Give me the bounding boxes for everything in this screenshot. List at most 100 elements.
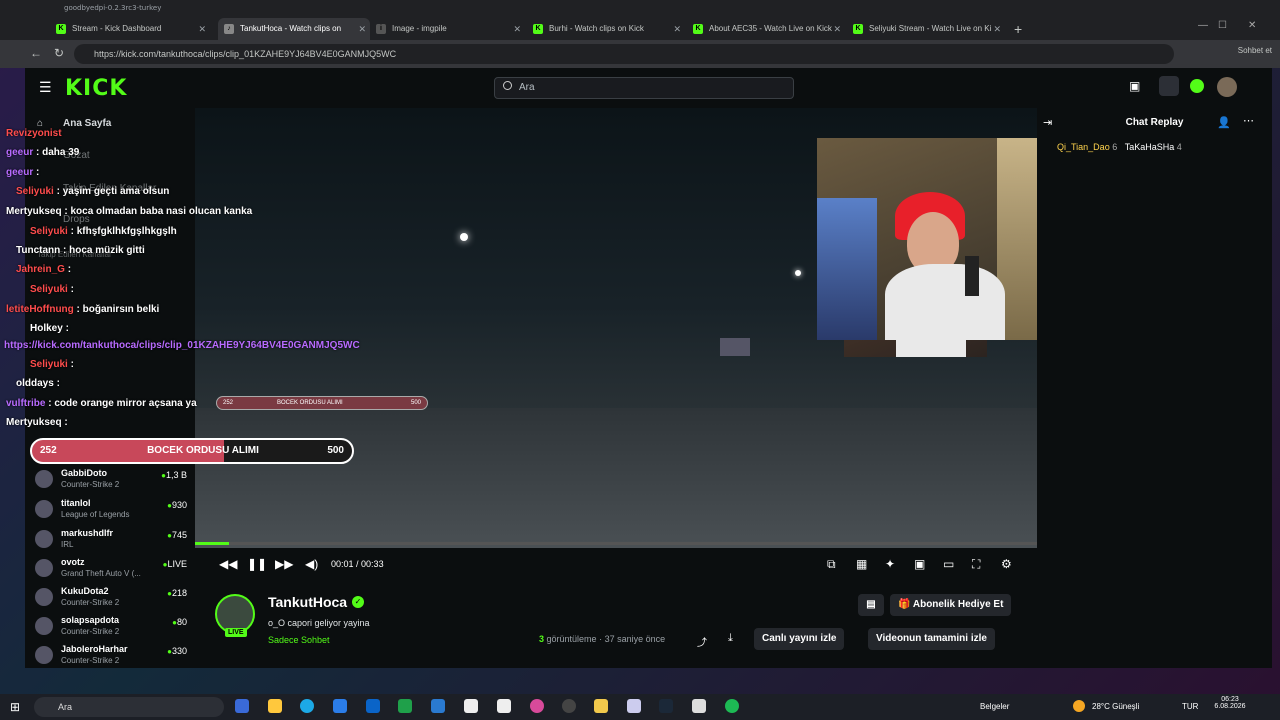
chat-button[interactable]: Sohbet et (1238, 46, 1272, 55)
download-icon[interactable]: ⤓ (728, 632, 733, 645)
layout-icon[interactable] (1159, 76, 1179, 96)
kick-logo[interactable]: KICK (65, 76, 127, 101)
tab-seliyuki[interactable]: K Seliyuki Stream - Watch Live on Ki ✕ (847, 18, 1005, 40)
app-icon[interactable] (366, 699, 380, 713)
menu-icon[interactable]: ☰ (39, 79, 52, 96)
stream-category[interactable]: Sadece Sohbet (268, 635, 330, 645)
share-icon[interactable]: ⤴ (697, 634, 707, 649)
windows-icon[interactable]: ⊞ (10, 700, 20, 714)
more-icon[interactable]: ⋯ (1243, 114, 1254, 127)
chat-message: Seliyuki : (30, 284, 74, 295)
top-nav: ☰ KICK Ara ▣ (25, 68, 1272, 108)
pip-icon[interactable]: ▣ (914, 557, 925, 571)
video-progress-bar[interactable] (195, 542, 1037, 545)
folder-icon[interactable] (594, 699, 608, 713)
edge-icon[interactable] (300, 699, 314, 713)
chrome-icon[interactable] (562, 699, 576, 713)
app-icon[interactable] (497, 699, 511, 713)
sidebar-channel[interactable]: JaboleroHarhar Counter-Strike 2 330 (33, 642, 193, 668)
gamepad-icon[interactable]: ▣ (1129, 79, 1140, 93)
forward-icon[interactable]: ▶▶ (275, 557, 293, 571)
sidebar-channel[interactable]: ovotz Grand Theft Auto V (... LIVE (33, 555, 193, 581)
new-tab-button[interactable]: + (1008, 18, 1032, 40)
app-icon[interactable] (627, 699, 641, 713)
theater-icon[interactable]: ▭ (943, 557, 954, 571)
chat-message: letiteHoffnung : boğanirsın belki (6, 304, 160, 315)
close-icon[interactable]: ✕ (833, 18, 841, 40)
app-icon[interactable] (530, 699, 544, 713)
settings-icon[interactable]: ⚙ (1001, 557, 1012, 571)
tab-kick-dashboard[interactable]: K Stream - Kick Dashboard ✕ (50, 18, 210, 40)
sidebar-channel[interactable]: GabbiDoto Counter-Strike 2 1,3 B (33, 466, 193, 492)
channel-name: GabbiDoto (61, 468, 107, 478)
quality-icon[interactable]: ▦ (856, 557, 867, 571)
close-icon[interactable]: ✕ (673, 18, 681, 40)
clock-date: 6.08.2026 (1214, 703, 1246, 710)
maximize-icon[interactable]: ☐ (1218, 20, 1227, 31)
channel-name[interactable]: TankutHoca (268, 594, 347, 610)
volume-icon[interactable]: ◀) (305, 557, 318, 571)
pause-icon[interactable]: ❚❚ (247, 557, 267, 571)
chat-text: koca olmadan baba nasi olucan kanka (70, 206, 253, 217)
app-icon[interactable] (235, 699, 249, 713)
viewer-count: 80 (172, 617, 187, 627)
close-icon[interactable]: ✕ (513, 18, 521, 40)
watch-live-button[interactable]: Canlı yayını izle (754, 628, 845, 650)
store-icon[interactable] (333, 699, 347, 713)
tab-burhi[interactable]: K Burhi - Watch clips on Kick ✕ (527, 18, 685, 40)
avatar[interactable] (1217, 77, 1237, 97)
minimize-icon[interactable]: — (1198, 20, 1208, 31)
weather-label[interactable]: 28°C Güneşli (1092, 702, 1139, 711)
tab-imgpile[interactable]: i Image - imgpile ✕ (370, 18, 525, 40)
back-icon[interactable]: ← (30, 46, 42, 60)
gift-sub-button[interactable]: 🎁 Abonelik Hediye Et (890, 594, 1012, 616)
tab-tankuthoca[interactable]: ♪ TankutHoca - Watch clips on ✕ (218, 18, 370, 40)
taskbar-search[interactable]: Ara (34, 697, 224, 717)
close-icon[interactable]: ✕ (993, 18, 1001, 40)
clock[interactable]: 06:23 6.08.2026 (1213, 696, 1247, 710)
sidebar-channel[interactable]: solapsapdota Counter-Strike 2 80 (33, 613, 193, 639)
sidebar-channel[interactable]: markushdlfr IRL 745 (33, 526, 193, 552)
docs-label[interactable]: Belgeler (980, 702, 1009, 711)
app-icon[interactable] (692, 699, 706, 713)
fullscreen-icon[interactable]: ⛶ (972, 557, 980, 572)
tab-aec35[interactable]: K About AEC35 - Watch Live on Kick ✕ (687, 18, 845, 40)
channel-name: markushdlfr (61, 528, 114, 538)
users-icon[interactable]: 👤 (1217, 116, 1231, 129)
app-icon[interactable] (398, 699, 412, 713)
language-label[interactable]: TUR (1182, 702, 1198, 711)
sun-icon (1073, 700, 1085, 712)
sparkle-icon[interactable]: ✦ (885, 557, 895, 571)
close-icon[interactable]: ✕ (358, 18, 366, 40)
bocek-left: 252 (40, 445, 57, 456)
clip-icon[interactable]: ⧉ (827, 557, 836, 572)
chat-message: Seliyuki : kfhşfgklhkfgşlhkgşlh (30, 226, 177, 237)
search-input[interactable]: Ara (494, 77, 794, 99)
leader-count: 4 (1176, 142, 1182, 152)
rewind-icon[interactable]: ◀◀ (219, 557, 237, 571)
small-bocek-banner: 252 BOCEK ORDUSU ALIMI 500 (216, 396, 428, 410)
app-icon[interactable] (268, 699, 282, 713)
address-bar[interactable]: https://kick.com/tankuthoca/clips/clip_0… (74, 44, 1174, 64)
spotify-icon[interactable] (725, 699, 739, 713)
chat-user: Revizyonist (6, 128, 62, 139)
watch-full-button[interactable]: Videonun tamamini izle (868, 628, 995, 650)
reload-icon[interactable]: ↻ (54, 46, 64, 60)
sidebar-channel[interactable]: titanlol League of Legends 930 (33, 496, 193, 522)
stream-title: o_O capori geliyor yayina (268, 618, 370, 628)
kick-circle-icon[interactable] (1190, 79, 1204, 93)
chat-user: Tunctann (16, 245, 61, 256)
close-window-icon[interactable]: ✕ (1248, 20, 1256, 31)
chat-message: https://kick.com/tankuthoca/clips/clip_0… (4, 340, 360, 351)
app-icon[interactable] (431, 699, 445, 713)
tab-label: Seliyuki Stream - Watch Live on Ki (869, 24, 992, 33)
channel-game: League of Legends (61, 510, 130, 519)
sub-icon-button[interactable]: ▤ (858, 594, 884, 616)
gift-icon: 🎁 (898, 599, 913, 610)
close-icon[interactable]: ✕ (198, 18, 206, 40)
leader-name: TaKaHaSHa (1124, 142, 1175, 152)
steam-icon[interactable] (659, 699, 673, 713)
chat-text: yaşim geçti ama olsun (62, 186, 170, 197)
sidebar-channel[interactable]: KukuDota2 Counter-Strike 2 218 (33, 584, 193, 610)
notepad-icon[interactable] (464, 699, 478, 713)
